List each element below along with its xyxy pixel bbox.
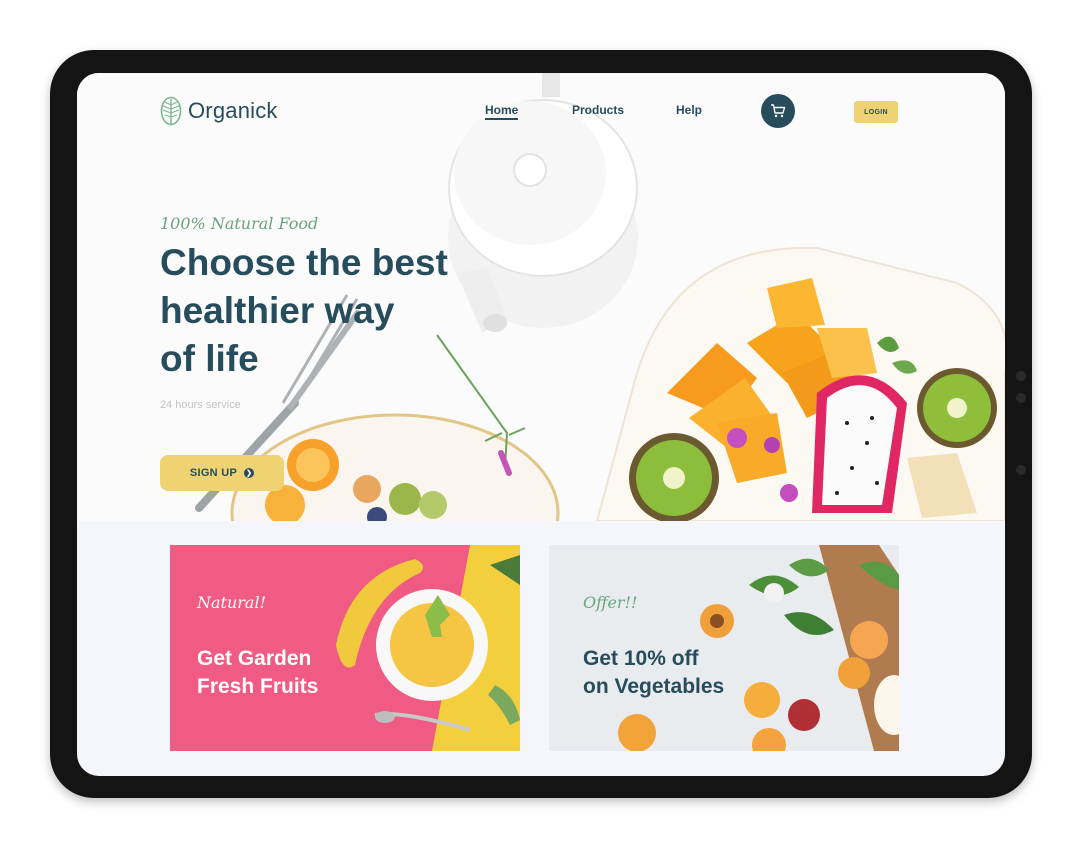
nav-link-help[interactable]: Help — [676, 103, 702, 117]
promo-card-script: Offer!! — [583, 593, 638, 612]
brand-logo[interactable]: Organick — [160, 96, 278, 126]
hero-headline-line: healthier way — [160, 290, 395, 331]
promo-card-vegetables[interactable]: Offer!! Get 10% off on Vegetables — [549, 545, 899, 751]
promo-card-title-line: Get 10% off — [583, 647, 699, 670]
cart-button[interactable] — [761, 94, 795, 128]
leaf-logo-icon — [160, 96, 182, 126]
signup-label: SIGN UP — [189, 467, 238, 479]
device-side-button — [1016, 465, 1026, 475]
login-button[interactable]: LOGIN — [854, 101, 898, 123]
signup-button[interactable]: SIGN UP ❯ — [160, 455, 284, 491]
promo-card-title-line: on Vegetables — [583, 675, 725, 698]
hero-tagline: 100% Natural Food — [160, 214, 319, 233]
shopping-cart-icon — [771, 104, 786, 118]
fruit-plate — [595, 246, 1005, 521]
device-side-button — [1016, 371, 1026, 381]
promo-card-title: Get 10% off on Vegetables — [583, 645, 724, 701]
hero-subtext: 24 hours service — [160, 399, 241, 411]
promo-card-script: Natural! — [197, 593, 267, 612]
device-side-button — [1016, 393, 1026, 403]
promo-card-title-line: Fresh Fruits — [197, 675, 319, 698]
arrow-right-circle-icon: ❯ — [244, 468, 255, 478]
nav-link-home[interactable]: Home — [485, 103, 519, 120]
tablet-screen: Organick Home Products Help LOGIN 100% N… — [77, 73, 1005, 776]
hero-section: Organick Home Products Help LOGIN 100% N… — [77, 73, 1005, 521]
hero-headline-line: Choose the best — [160, 242, 448, 283]
promo-card-fruits[interactable]: Natural! Get Garden Fresh Fruits — [170, 545, 520, 751]
nav-link-products[interactable]: Products — [572, 103, 624, 117]
promo-card-title-line: Get Garden — [197, 647, 312, 670]
hero-headline: Choose the best healthier way of life — [160, 239, 480, 383]
brand-name: Organick — [188, 98, 278, 123]
promo-card-title: Get Garden Fresh Fruits — [197, 645, 318, 701]
hero-headline-line: of life — [160, 338, 259, 379]
